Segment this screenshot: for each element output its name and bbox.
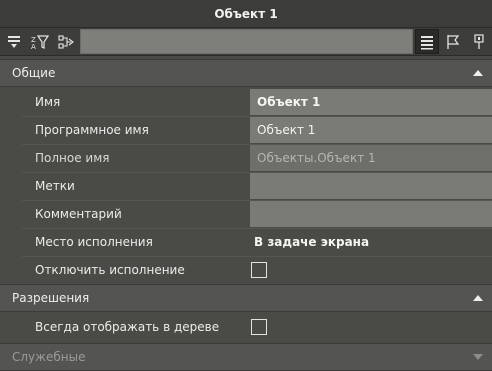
row-tags: Метки (0, 172, 492, 200)
row-name-label: Имя (35, 95, 61, 109)
row-disable-exec: Отключить исполнение (0, 256, 492, 284)
full-name-field: Объекты.Объект 1 (250, 145, 492, 171)
pin-icon[interactable] (467, 29, 491, 54)
row-program-name: Программное имя Объект 1 (0, 116, 492, 144)
collapse-arrow-icon[interactable] (473, 70, 483, 76)
row-tags-label: Метки (35, 179, 75, 193)
row-full-name-label: Полное имя (35, 151, 110, 165)
filter-icon[interactable]: Z A (28, 29, 52, 54)
row-exec-place: Место исполнения В задаче экрана (0, 228, 492, 256)
tags-field[interactable] (250, 173, 492, 199)
section-service-label: Служебные (12, 350, 86, 364)
section-service-header[interactable]: Служебные (0, 343, 492, 371)
section-general-label: Общие (12, 66, 56, 80)
section-general-header[interactable]: Общие (0, 59, 492, 87)
disable-exec-checkbox[interactable] (251, 262, 267, 278)
program-name-field[interactable]: Объект 1 (250, 117, 492, 143)
property-grid: Общие Имя Объект 1 Программное имя Объек… (0, 57, 492, 371)
list-view-icon[interactable] (415, 29, 439, 54)
search-input[interactable] (80, 29, 413, 54)
section-permissions-header[interactable]: Разрешения (0, 284, 492, 312)
expand-arrow-icon[interactable] (473, 354, 483, 360)
collapse-rows-icon[interactable] (2, 29, 26, 54)
row-disable-exec-label: Отключить исполнение (35, 263, 185, 277)
comment-field[interactable] (250, 201, 492, 227)
row-comment-label: Комментарий (35, 207, 122, 221)
svg-text:A: A (31, 43, 36, 50)
row-exec-place-label: Место исполнения (35, 235, 153, 249)
exec-place-value[interactable]: В задаче экрана (250, 229, 492, 255)
flag-icon[interactable] (441, 29, 465, 54)
name-field[interactable]: Объект 1 (250, 89, 492, 115)
always-show-checkbox[interactable] (251, 319, 267, 335)
row-name: Имя Объект 1 (0, 88, 492, 116)
toolbar: Z A (0, 28, 492, 56)
row-comment: Комментарий (0, 200, 492, 228)
section-permissions-label: Разрешения (12, 291, 90, 305)
row-always-show: Всегда отображать в дереве (0, 313, 492, 341)
collapse-arrow-icon[interactable] (473, 295, 483, 301)
row-program-name-label: Программное имя (35, 123, 149, 137)
row-full-name: Полное имя Объекты.Объект 1 (0, 144, 492, 172)
row-always-show-label: Всегда отображать в дереве (35, 320, 220, 334)
structure-icon[interactable] (54, 29, 78, 54)
window-title: Объект 1 (0, 0, 492, 28)
